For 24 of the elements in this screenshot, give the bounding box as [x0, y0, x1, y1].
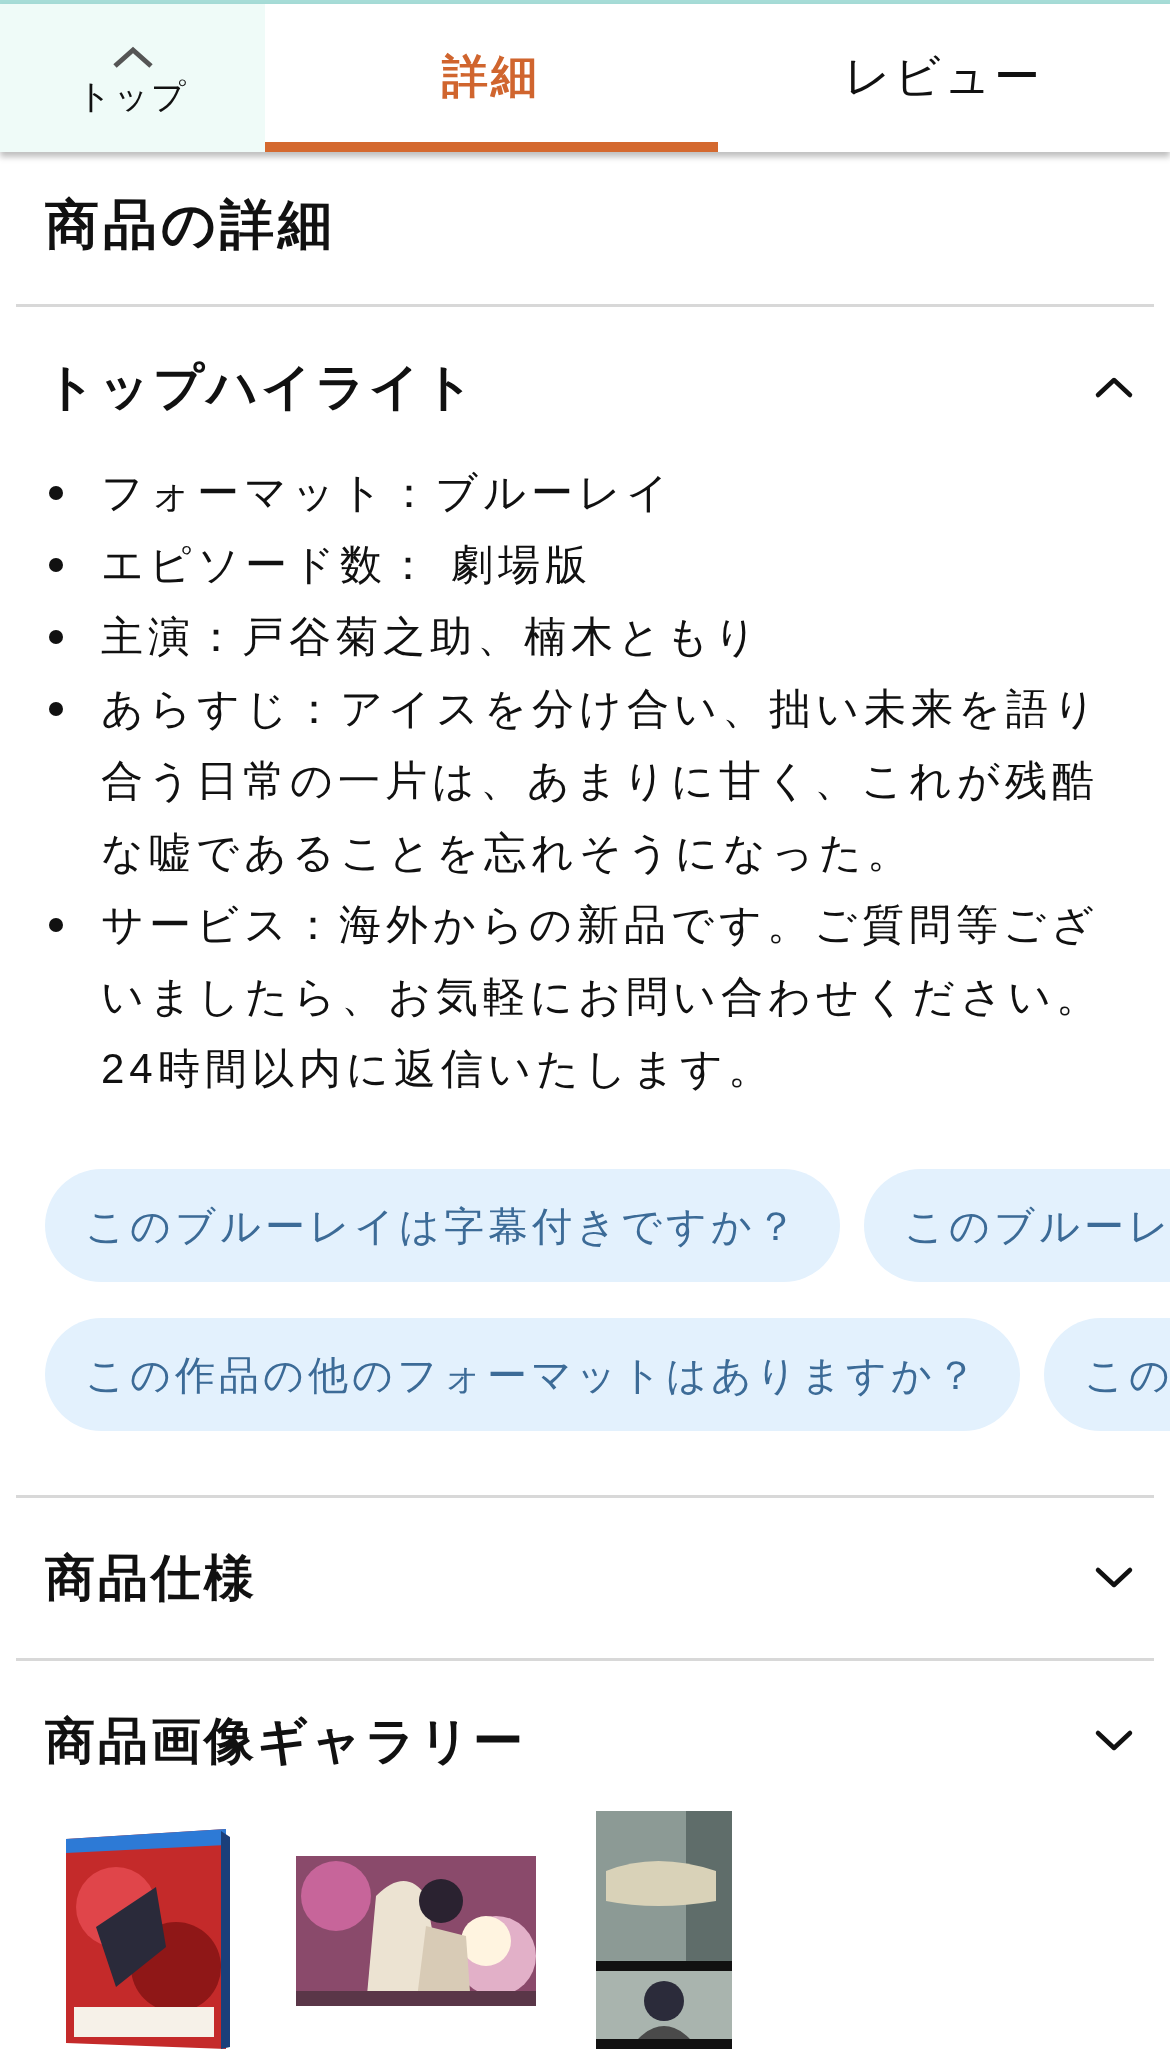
- question-chip[interactable]: この: [1044, 1318, 1170, 1431]
- highlight-text: あらすじ：アイスを分け合い、拙い未来を語り合う日常の一片は、あまりに甘く、これが残酷な嘘であることを忘れそうになった。: [101, 684, 1102, 878]
- bullet-icon: [49, 558, 63, 572]
- chevron-up-icon: [1094, 375, 1134, 399]
- highlight-text: フォーマット：ブルーレイ: [101, 468, 674, 518]
- page-title: 商品の詳細: [45, 193, 337, 256]
- section-header[interactable]: 商品仕様: [16, 1498, 1154, 1658]
- section-header[interactable]: トップハイライト: [16, 307, 1154, 467]
- tab[interactable]: レビュー: [717, 4, 1170, 152]
- question-chip[interactable]: このブルーレ: [864, 1169, 1170, 1282]
- tab[interactable]: 詳細: [265, 4, 718, 152]
- chevron-down-icon: [1094, 1566, 1134, 1590]
- top-button[interactable]: トップ: [0, 4, 265, 152]
- bullet-icon: [49, 702, 63, 716]
- bullet-icon: [49, 918, 63, 932]
- question-chip[interactable]: このブルーレイは字幕付きですか？: [45, 1169, 840, 1282]
- section-header[interactable]: 商品画像ギャラリー: [16, 1661, 1154, 1821]
- highlight-text: サービス：海外からの新品です。ご質問等ございましたら、お気軽にお問い合わせください。24時間以内に返信いたします。: [101, 900, 1104, 1094]
- question-chip[interactable]: この作品の他のフォーマットはありますか？: [45, 1318, 1020, 1431]
- bullet-icon: [49, 630, 63, 644]
- chevron-down-icon: [1094, 1729, 1134, 1753]
- highlight-text: エピソード数： 劇場版: [101, 540, 592, 590]
- highlight-text: 主演：戸谷菊之助、楠木ともり: [101, 612, 762, 662]
- bullet-icon: [49, 486, 63, 500]
